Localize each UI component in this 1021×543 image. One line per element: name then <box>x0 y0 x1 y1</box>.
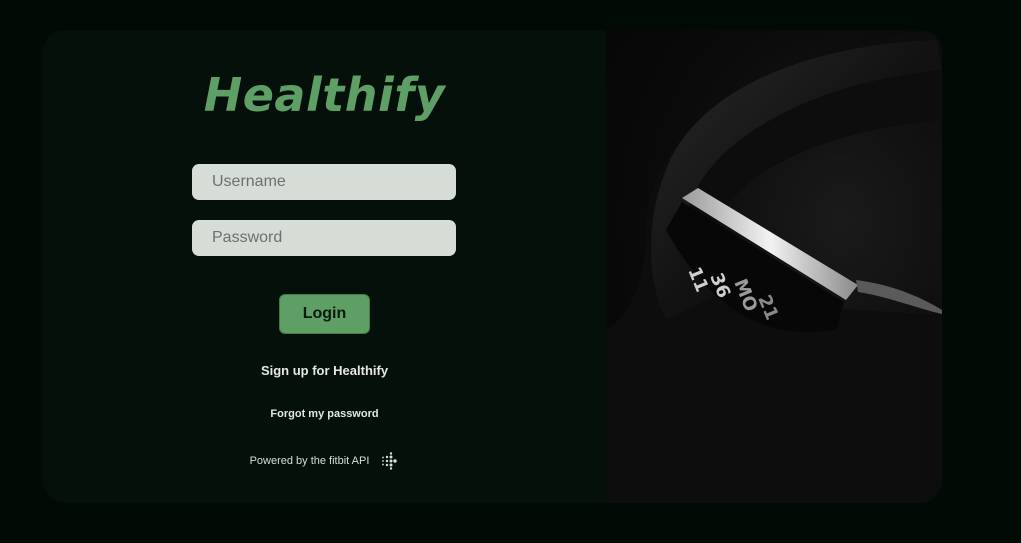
login-card: Healthify Login Sign up for Healthify Fo… <box>43 30 942 503</box>
username-input[interactable] <box>192 164 456 200</box>
hero-image: 11 36 MO 21 <box>606 30 942 503</box>
powered-by-text: Powered by the fitbit API <box>249 455 370 467</box>
login-panel: Healthify Login Sign up for Healthify Fo… <box>43 30 606 503</box>
password-input[interactable] <box>192 220 456 256</box>
signup-link[interactable]: Sign up for Healthify <box>43 363 606 378</box>
fitbit-logo-icon <box>379 452 399 470</box>
login-button[interactable]: Login <box>279 294 370 334</box>
forgot-password-link[interactable]: Forgot my password <box>43 408 606 420</box>
fitbit-wristband-illustration: 11 36 MO 21 <box>606 30 942 503</box>
powered-by: Powered by the fitbit API <box>43 452 606 470</box>
brand-title: Healthify <box>203 68 446 122</box>
